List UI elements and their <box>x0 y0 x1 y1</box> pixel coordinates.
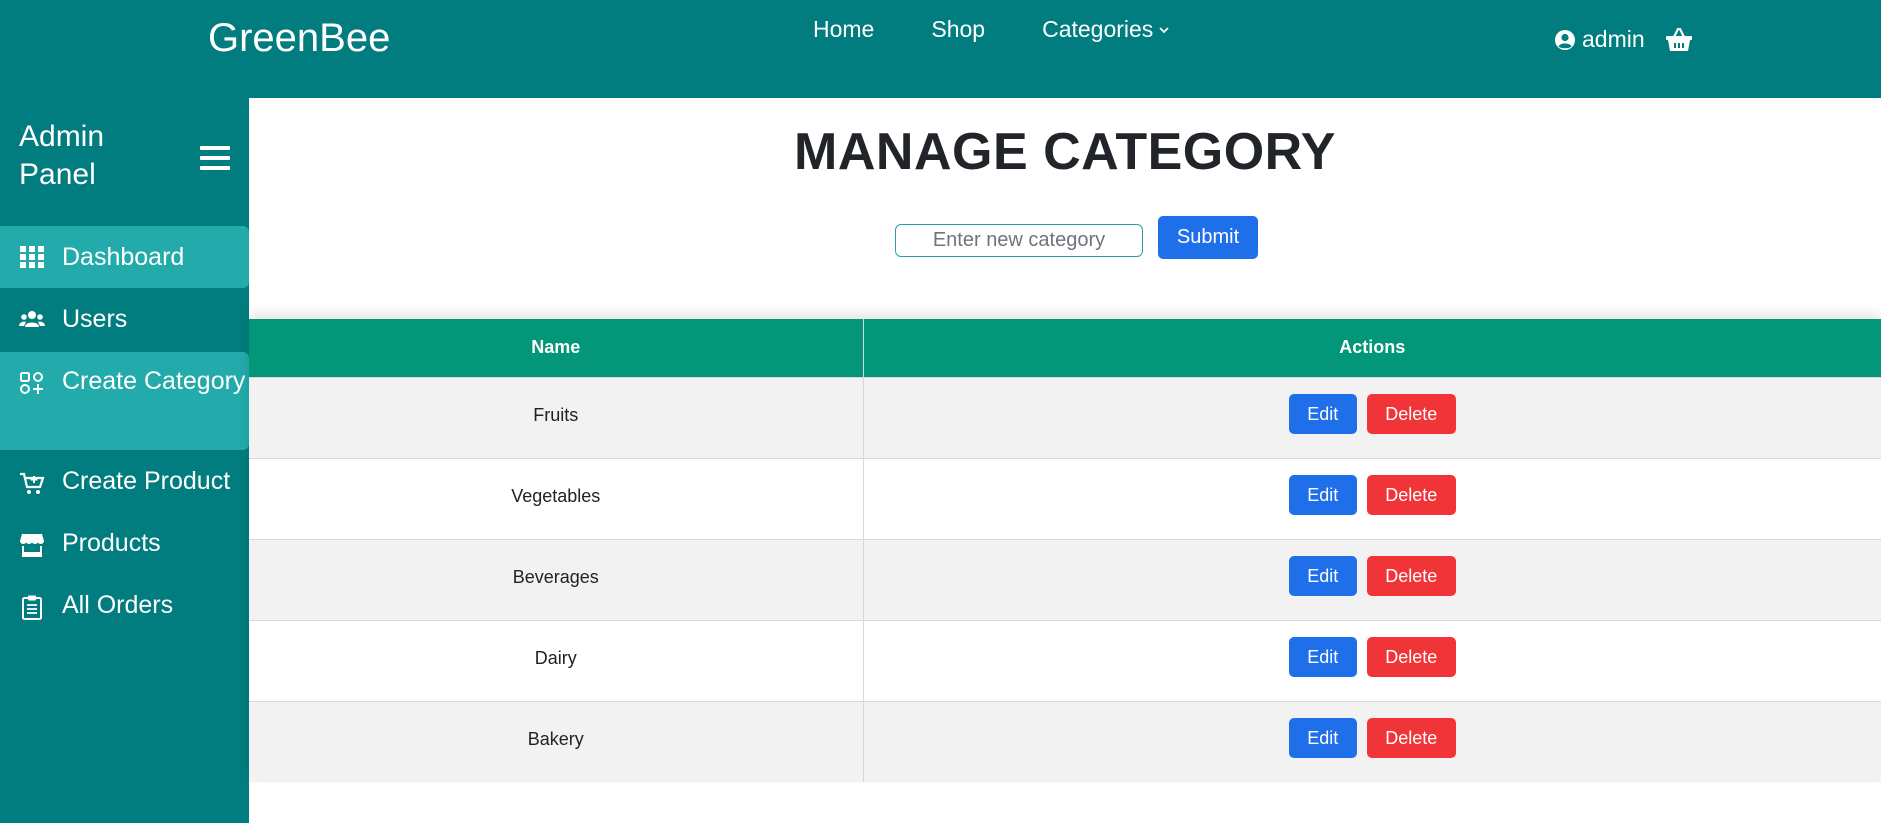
shapes-icon <box>20 372 43 394</box>
main-nav: Home Shop Categories <box>813 16 1169 43</box>
page-title: MANAGE CATEGORY <box>794 123 1336 181</box>
sidebar-item-label: Products <box>62 529 161 557</box>
actions-cell: Edit Delete <box>863 376 1881 458</box>
edit-button[interactable]: Edit <box>1288 636 1357 677</box>
nav-categories-label: Categories <box>1042 16 1154 42</box>
sidebar-item-label: Dashboard <box>62 243 185 271</box>
sidebar-item-dashboard[interactable]: Dashboard <box>0 226 249 288</box>
actions-cell: Edit Delete <box>863 700 1881 782</box>
hamburger-menu-icon[interactable] <box>200 146 230 172</box>
store-icon <box>20 534 44 557</box>
delete-button[interactable]: Delete <box>1366 555 1456 596</box>
top-navbar: GreenBee Home Shop Categories admin <box>0 0 1881 98</box>
sidebar-item-label: Create Product <box>62 467 231 495</box>
delete-button[interactable]: Delete <box>1366 393 1456 434</box>
nav-home-link[interactable]: Home <box>813 16 874 43</box>
user-area: admin <box>1554 26 1693 53</box>
table-row: Fruits Edit Delete <box>249 376 1881 458</box>
edit-button[interactable]: Edit <box>1288 474 1357 515</box>
table-row: Vegetables Edit Delete <box>249 457 1881 539</box>
admin-sidebar: Admin Panel Dashboard Users Create Categ… <box>0 98 249 823</box>
category-name-cell: Fruits <box>249 376 864 458</box>
nav-shop-label: Shop <box>931 16 986 42</box>
nav-home-label: Home <box>813 16 875 42</box>
user-name[interactable]: admin <box>1582 26 1645 53</box>
shopping-basket-icon[interactable] <box>1665 27 1693 53</box>
cart-plus-icon <box>20 472 45 494</box>
grid-icon <box>20 246 44 268</box>
edit-button[interactable]: Edit <box>1288 555 1357 596</box>
clipboard-icon <box>22 595 42 620</box>
category-table-container: Name Actions Fruits Edit Delete Vegetable… <box>249 319 1881 782</box>
category-name-cell: Vegetables <box>249 457 864 539</box>
sidebar-title: Admin Panel <box>19 120 105 191</box>
category-table: Name Actions Fruits Edit Delete Vegetable… <box>249 319 1881 782</box>
table-header-row: Name Actions <box>249 319 1881 377</box>
table-row: Dairy Edit Delete <box>249 619 1881 701</box>
nav-categories-dropdown[interactable]: Categories <box>1042 16 1169 43</box>
column-header-name: Name <box>249 319 864 377</box>
actions-cell: Edit Delete <box>863 619 1881 701</box>
sidebar-item-label: Create Category <box>62 367 246 395</box>
sidebar-item-products[interactable]: Products <box>0 512 249 574</box>
table-row: Bakery Edit Delete <box>249 700 1881 782</box>
new-category-input[interactable] <box>895 224 1143 257</box>
category-name-cell: Bakery <box>249 700 864 782</box>
delete-button[interactable]: Delete <box>1366 717 1456 758</box>
edit-button[interactable]: Edit <box>1288 717 1357 758</box>
user-circle-icon[interactable] <box>1554 29 1576 51</box>
brand-logo[interactable]: GreenBee <box>208 16 390 61</box>
sidebar-item-label: All Orders <box>62 591 174 619</box>
chevron-down-icon <box>1159 26 1169 33</box>
sidebar-item-create-category[interactable]: Create Category <box>0 352 249 450</box>
sidebar-item-label: Users <box>62 305 128 333</box>
nav-shop-link[interactable]: Shop <box>931 16 985 43</box>
sidebar-item-create-product[interactable]: Create Product <box>0 450 249 512</box>
actions-cell: Edit Delete <box>863 457 1881 539</box>
category-name-cell: Beverages <box>249 538 864 620</box>
actions-cell: Edit Delete <box>863 538 1881 620</box>
table-row: Beverages Edit Delete <box>249 538 1881 620</box>
delete-button[interactable]: Delete <box>1366 474 1456 515</box>
column-header-actions: Actions <box>863 319 1881 377</box>
users-icon <box>19 311 45 327</box>
sidebar-item-all-orders[interactable]: All Orders <box>0 574 249 636</box>
delete-button[interactable]: Delete <box>1366 636 1456 677</box>
edit-button[interactable]: Edit <box>1288 393 1357 434</box>
submit-button[interactable]: Submit <box>1158 216 1258 259</box>
sidebar-item-users[interactable]: Users <box>0 288 249 350</box>
category-name-cell: Dairy <box>249 619 864 701</box>
